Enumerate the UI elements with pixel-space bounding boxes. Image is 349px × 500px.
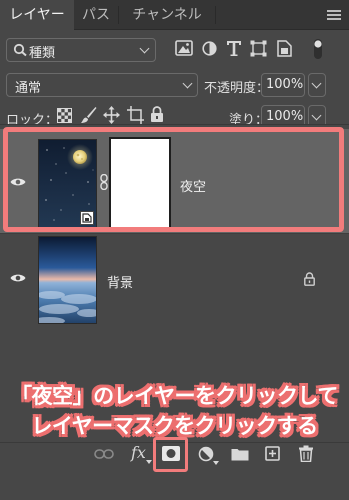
layer-mask-thumbnail[interactable] (111, 139, 169, 228)
filter-toggle-icon[interactable] (312, 38, 324, 60)
panel-tab-bar: レイヤー パス チャンネル (0, 0, 349, 31)
tab-paths[interactable]: パス (74, 0, 118, 30)
eye-icon (10, 178, 26, 186)
tab-channels[interactable]: チャンネル (119, 0, 215, 30)
lock-transparent-pixels-icon[interactable] (57, 108, 72, 123)
fx-dropdown-arrow-icon (146, 460, 152, 464)
lock-image-pixels-brush-icon[interactable] (80, 106, 97, 124)
layer-locked-icon (304, 272, 315, 286)
layer-style-fx-button[interactable]: fx (131, 443, 146, 462)
opacity-dropdown-button[interactable] (308, 73, 326, 97)
layer-thumbnail[interactable] (38, 139, 97, 228)
panel-menu-icon[interactable] (327, 10, 341, 20)
annotation-line-1: 「夜空」のレイヤーをクリックして (11, 384, 338, 408)
tab-divider (215, 6, 216, 24)
filter-kind-label: 種類 (29, 46, 56, 61)
chevron-down-icon (311, 78, 322, 89)
fill-value: 100% (266, 109, 304, 124)
layer-thumbnail[interactable] (38, 236, 97, 324)
smart-object-badge-icon (80, 211, 94, 225)
lock-artboard-icon[interactable] (127, 106, 144, 124)
layer-name-background[interactable]: 背景 (107, 272, 133, 291)
layer-row-background[interactable]: 背景 (0, 233, 349, 332)
lock-position-move-icon[interactable] (103, 106, 120, 124)
layer-name-night-sky[interactable]: 夜空 (180, 176, 206, 195)
visibility-toggle[interactable] (0, 234, 34, 332)
blend-mode-select[interactable]: 通常 (6, 73, 198, 97)
link-layers-icon[interactable] (94, 448, 114, 460)
new-adjustment-layer-icon[interactable] (198, 446, 214, 462)
add-layer-mask-icon[interactable] (162, 446, 180, 461)
opacity-input[interactable]: 100% (261, 73, 305, 97)
tab-layers[interactable]: レイヤー (0, 0, 74, 31)
filter-kind-select[interactable]: 種類 (6, 38, 156, 62)
chevron-down-icon (182, 78, 193, 89)
eye-icon (10, 274, 26, 282)
filter-type-icon[interactable] (226, 40, 242, 57)
opacity-value: 100% (266, 77, 304, 92)
background-thumbnail-image (39, 237, 96, 323)
new-layer-icon[interactable] (265, 446, 280, 461)
filter-shape-icon[interactable] (250, 40, 267, 57)
blend-mode-value: 通常 (15, 81, 42, 96)
new-group-folder-icon[interactable] (231, 447, 249, 461)
chevron-down-icon (139, 43, 150, 54)
annotation-line-2: レイヤーマスクをクリックする (31, 414, 318, 438)
filter-smart-object-icon[interactable] (277, 40, 292, 57)
delete-layer-trash-icon[interactable] (299, 445, 313, 462)
mask-link-chain-icon[interactable] (100, 174, 108, 190)
search-icon (13, 43, 27, 57)
opacity-label: 不透明度： (204, 81, 270, 96)
chevron-down-icon (311, 110, 322, 121)
layer-row-night-sky[interactable]: 夜空 (0, 129, 349, 233)
visibility-toggle[interactable] (0, 129, 34, 233)
filter-adjustment-icon[interactable] (202, 41, 217, 56)
lock-all-icon[interactable] (150, 106, 164, 123)
adjustment-dropdown-arrow-icon (213, 461, 219, 465)
filter-pixel-icon[interactable] (175, 40, 193, 56)
